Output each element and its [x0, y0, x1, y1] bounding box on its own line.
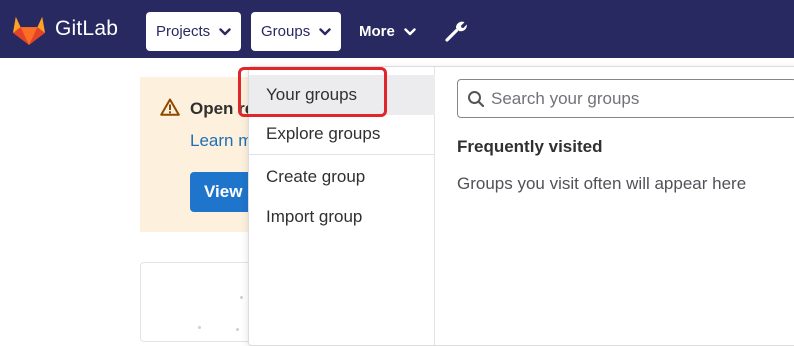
- chevron-down-icon: [319, 27, 331, 35]
- empty-state-card: [140, 262, 260, 342]
- decorative-dot: [240, 296, 243, 299]
- projects-menu-button[interactable]: Projects: [146, 12, 242, 51]
- menu-item-your-groups[interactable]: Your groups: [249, 75, 435, 115]
- groups-menu-label: Groups: [261, 23, 311, 40]
- menu-item-explore-groups[interactable]: Explore groups: [249, 114, 435, 154]
- search-icon: [468, 91, 485, 108]
- brand-name[interactable]: GitLab: [55, 17, 118, 41]
- frequently-visited-empty-text: Groups you visit often will appear here: [457, 174, 747, 193]
- menu-item-create-group[interactable]: Create group: [249, 157, 435, 197]
- more-menu-button[interactable]: More: [349, 12, 426, 51]
- alert-learn-more-link[interactable]: Learn m: [190, 131, 252, 151]
- alert-title: Open re: [190, 99, 255, 118]
- frequently-visited-heading: Frequently visited: [457, 137, 603, 156]
- groups-menu-button[interactable]: Groups: [251, 12, 342, 51]
- menu-divider: [249, 154, 435, 155]
- more-menu-label: More: [359, 23, 395, 40]
- chevron-down-icon: [404, 27, 416, 35]
- search-input[interactable]: [491, 80, 791, 117]
- chevron-down-icon: [219, 27, 231, 35]
- decorative-dot: [198, 326, 201, 329]
- warning-icon: [160, 98, 180, 116]
- top-navbar: GitLab Projects Groups More: [0, 0, 794, 58]
- wrench-icon[interactable]: [444, 19, 468, 43]
- gitlab-logo-icon[interactable]: [12, 14, 46, 46]
- groups-menu-list: Your groups Explore groups Create group …: [249, 67, 435, 345]
- menu-item-import-group[interactable]: Import group: [249, 197, 435, 237]
- projects-menu-label: Projects: [156, 23, 211, 40]
- group-search-box[interactable]: [457, 79, 794, 118]
